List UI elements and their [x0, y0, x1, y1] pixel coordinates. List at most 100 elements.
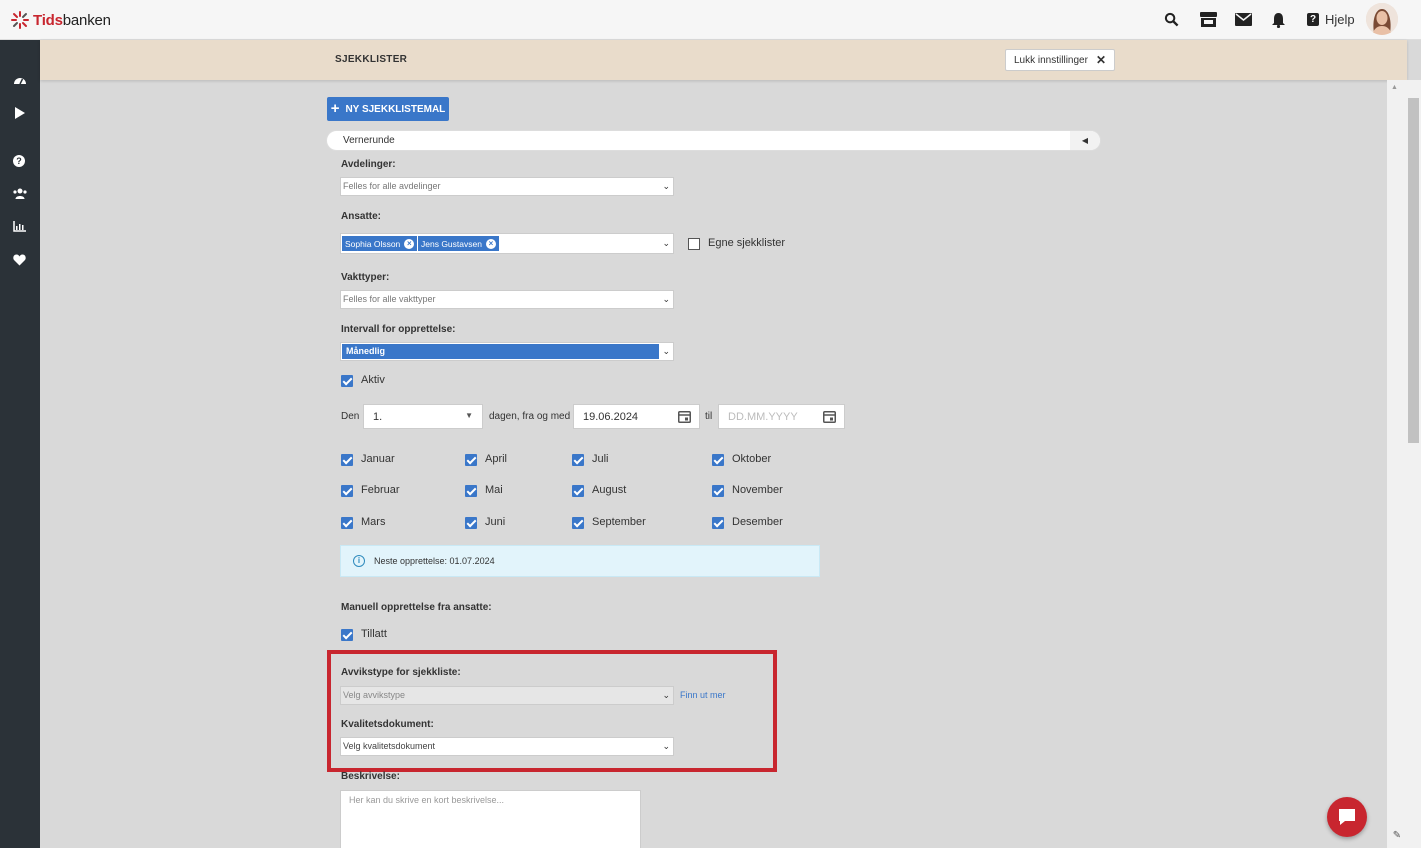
month-checkbox[interactable]	[465, 517, 477, 529]
month-checkbox[interactable]	[341, 454, 353, 466]
interval-select[interactable]: Månedlig ⌄	[340, 342, 674, 361]
chevron-down-icon: ⌄	[662, 346, 670, 356]
remove-tag-icon[interactable]: ×	[485, 238, 496, 249]
checklist-accordion[interactable]: Vernerunde ◀	[327, 131, 1100, 150]
employee-tag-label: Jens Gustavsen	[421, 238, 482, 249]
month-checkbox[interactable]	[712, 454, 724, 466]
plus-icon: +	[330, 100, 340, 117]
logo-icon	[11, 11, 29, 29]
deviation-type-select[interactable]: Velg avvikstype ⌄	[340, 686, 674, 705]
month-checkbox[interactable]	[572, 517, 584, 529]
chevron-down-icon: ⌄	[662, 741, 670, 751]
month-label: Oktober	[732, 453, 772, 465]
new-checklist-template-label: NY SJEKKLISTEMAL	[345, 103, 446, 115]
month-label: Januar	[361, 453, 395, 465]
employee-tag-label: Sophia Olsson	[345, 238, 401, 249]
month-label: Desember	[732, 516, 783, 528]
chevron-down-icon: ⌄	[662, 690, 670, 700]
employees-label: Ansatte:	[341, 211, 382, 222]
den-label: Den	[341, 411, 360, 422]
departments-value: Felles for alle avdelinger	[343, 181, 441, 191]
deviation-type-label: Avvikstype for sjekkliste:	[341, 667, 461, 678]
interval-value: Månedlig	[342, 344, 659, 359]
mail-icon[interactable]	[1235, 13, 1252, 26]
description-textarea[interactable]: Her kan du skrive en kort beskrivelse...	[340, 790, 641, 848]
chevron-down-icon: ⌄	[662, 294, 670, 304]
to-date-input[interactable]: DD.MM.YYYY	[718, 404, 845, 429]
logo[interactable]: Tidsbanken	[10, 10, 111, 30]
quality-document-label: Kvalitetsdokument:	[341, 719, 434, 730]
month-label: April	[485, 453, 508, 465]
bell-icon[interactable]	[1271, 12, 1286, 28]
month-checkbox[interactable]	[341, 517, 353, 529]
allowed-label: Tillatt	[361, 628, 387, 640]
scroll-up-icon[interactable]: ▲	[1391, 84, 1398, 91]
close-icon: ✕	[1095, 53, 1106, 67]
scrollbar-track	[1387, 80, 1407, 848]
shift-types-select[interactable]: Felles for alle vakttyper ⌄	[340, 290, 674, 309]
chat-icon	[1339, 809, 1355, 825]
scrollbar-thumb[interactable]	[1408, 98, 1419, 443]
caret-down-icon: ▼	[465, 411, 473, 420]
month-label: Mai	[485, 484, 503, 496]
play-icon[interactable]	[15, 107, 25, 119]
info-icon: i	[353, 555, 365, 567]
settings-bar: SJEKKLISTER Lukk innstillinger ✕	[40, 40, 1407, 80]
chevron-down-icon: ⌄	[662, 181, 670, 191]
quality-document-placeholder: Velg kvalitetsdokument	[343, 741, 436, 751]
month-label: Mars	[361, 516, 386, 528]
allowed-checkbox[interactable]	[341, 629, 353, 641]
from-date-input[interactable]: 19.06.2024	[573, 404, 700, 429]
chat-button[interactable]	[1327, 797, 1367, 837]
calendar-icon[interactable]	[678, 410, 691, 423]
close-settings-button[interactable]: Lukk innstillinger ✕	[1005, 49, 1115, 71]
accordion-label: Vernerunde	[343, 135, 395, 146]
month-checkbox[interactable]	[572, 485, 584, 497]
question-icon[interactable]: ?	[13, 155, 25, 167]
employee-tag[interactable]: Jens Gustavsen ×	[418, 236, 499, 251]
own-checklists-checkbox[interactable]	[688, 238, 700, 250]
dashboard-icon[interactable]	[13, 74, 27, 86]
month-checkbox[interactable]	[465, 485, 477, 497]
to-date-placeholder: DD.MM.YYYY	[728, 411, 798, 423]
wrench-icon[interactable]: ✎	[1387, 830, 1407, 848]
sidebar: ?	[0, 40, 40, 848]
quality-document-select[interactable]: Velg kvalitetsdokument ⌄	[340, 737, 674, 756]
day-select[interactable]: 1. ▼	[363, 404, 483, 429]
active-label: Aktiv	[361, 374, 385, 386]
avatar[interactable]	[1366, 3, 1398, 35]
own-checklists-label: Egne sjekklister	[708, 237, 786, 249]
active-checkbox[interactable]	[341, 375, 353, 387]
month-checkbox[interactable]	[341, 485, 353, 497]
month-label: November	[732, 484, 783, 496]
month-label: August	[592, 484, 627, 496]
to-label: til	[705, 411, 713, 422]
from-label: dagen, fra og med	[489, 411, 571, 422]
top-bar: Tidsbanken ? Hjelp	[0, 0, 1421, 40]
caret-left-icon[interactable]: ◀	[1070, 131, 1100, 150]
description-label: Beskrivelse:	[341, 771, 400, 782]
month-checkbox[interactable]	[465, 454, 477, 466]
help-label[interactable]: Hjelp	[1325, 12, 1355, 27]
close-settings-label: Lukk innstillinger	[1014, 54, 1088, 66]
chart-icon[interactable]	[13, 221, 26, 232]
month-checkbox[interactable]	[572, 454, 584, 466]
month-checkbox[interactable]	[712, 517, 724, 529]
logo-text: Tidsbanken	[33, 11, 111, 29]
shift-types-label: Vakttyper:	[341, 272, 390, 283]
new-checklist-template-button[interactable]: + NY SJEKKLISTEMAL	[327, 97, 449, 121]
month-checkbox[interactable]	[712, 485, 724, 497]
search-icon[interactable]	[1164, 12, 1179, 27]
remove-tag-icon[interactable]: ×	[404, 238, 415, 249]
month-label: Februar	[361, 484, 400, 496]
calendar-icon[interactable]	[823, 410, 836, 423]
store-icon[interactable]	[1199, 11, 1218, 28]
users-icon[interactable]	[13, 188, 27, 199]
interval-label: Intervall for opprettelse:	[341, 324, 456, 335]
learn-more-link[interactable]: Finn ut mer	[680, 690, 726, 700]
help-icon[interactable]: ?	[1307, 13, 1319, 26]
employee-tag[interactable]: Sophia Olsson ×	[342, 236, 418, 251]
deviation-type-placeholder: Velg avvikstype	[343, 690, 406, 700]
departments-select[interactable]: Felles for alle avdelinger ⌄	[340, 177, 674, 196]
heart-icon[interactable]	[13, 254, 26, 266]
